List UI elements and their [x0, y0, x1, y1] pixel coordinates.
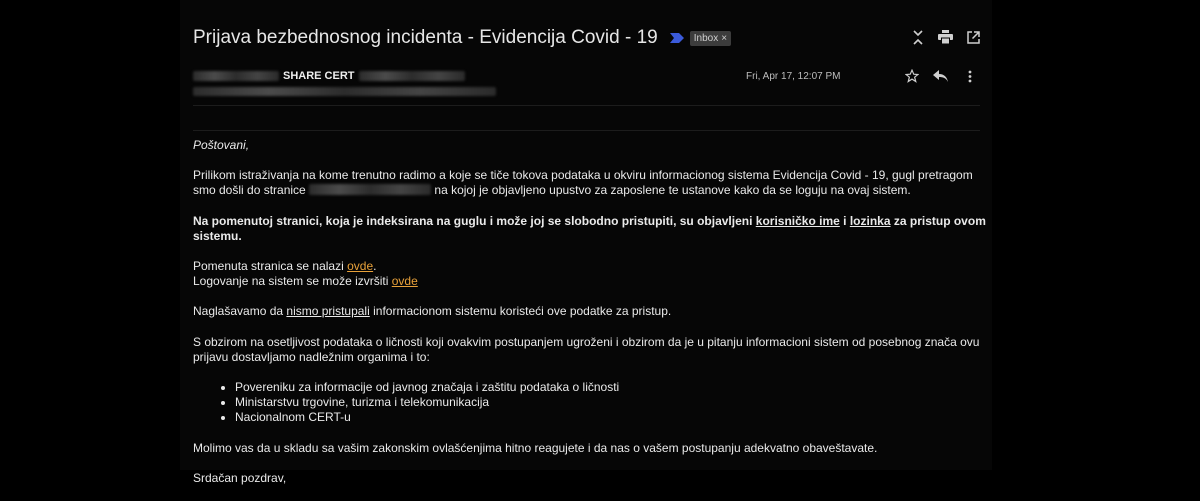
password-emphasis: lozinka	[849, 213, 891, 228]
thread-toolbar	[910, 29, 981, 45]
page-link[interactable]: ovde	[347, 259, 373, 273]
redacted-sender	[193, 71, 279, 81]
header-divider	[193, 105, 980, 106]
collapse-icon[interactable]	[910, 29, 925, 45]
greeting: Poštovani,	[193, 138, 250, 152]
body-divider	[193, 130, 980, 131]
recipients-list: Povereniku za informacije od javnog znač…	[193, 380, 993, 426]
paragraph-1-text-end: na kojoj je objavljeno upustvo za zaposl…	[434, 183, 911, 198]
importance-marker-icon[interactable]	[669, 33, 684, 43]
list-item: Povereniku za informacije od javnog znač…	[235, 380, 993, 395]
message-actions	[904, 68, 977, 84]
more-vert-icon[interactable]	[962, 68, 977, 84]
closing: Srdačan pozdrav,	[193, 470, 287, 485]
paragraph-5: S obzirom na osetljivost podataka o ličn…	[193, 334, 980, 364]
paragraph-1: Prilikom istraživanja na kome trenutno r…	[193, 168, 993, 198]
login-link[interactable]: ovde	[392, 274, 418, 288]
email-body: Poštovani, Prilikom istraživanja na kome…	[193, 138, 993, 501]
page-location-period: .	[373, 259, 377, 274]
paragraph-2-conj: i	[839, 213, 850, 228]
redacted-recipient-line	[193, 87, 496, 96]
page-location-text: Pomenuta stranica se nalazi	[193, 259, 348, 274]
inbox-label-text: Inbox	[693, 32, 719, 44]
username-emphasis: korisničko ime	[755, 213, 840, 228]
paragraph-3: Pomenuta stranica se nalazi ovde. Logovan…	[193, 259, 993, 289]
paragraph-4-text: Naglašavamo da	[193, 304, 287, 319]
not-accessed-emphasis: nismo pristupali	[286, 304, 370, 319]
sender-row: SHARE CERT	[193, 70, 465, 82]
sender-name[interactable]: SHARE CERT	[283, 70, 355, 82]
paragraph-2-text: Na pomenutoj stranici, koja je indeksira…	[193, 213, 756, 228]
print-icon[interactable]	[938, 29, 953, 45]
paragraph-2: Na pomenutoj stranici, koja je indeksira…	[193, 214, 993, 244]
message-date: Fri, Apr 17, 12:07 PM	[746, 71, 841, 82]
list-item: Nacionalnom CERT-u	[235, 410, 993, 425]
paragraph-4-text-end: informacionom sistemu koristeći ove poda…	[369, 304, 672, 319]
list-item: Ministarstvu trgovine, turizma i telekom…	[235, 395, 993, 410]
redacted-url	[309, 184, 432, 196]
open-in-new-window-icon[interactable]	[966, 29, 981, 45]
paragraph-4: Naglašavamo da nismo pristupali informac…	[193, 304, 993, 319]
email-subject-row: Prijava bezbednosnog incidenta - Evidenc…	[193, 27, 732, 49]
paragraph-6: Molimo vas da u skladu sa vašim zakonski…	[193, 440, 878, 455]
reply-icon[interactable]	[933, 68, 948, 84]
inbox-label-badge[interactable]: Inbox ×	[689, 30, 732, 46]
star-icon[interactable]	[904, 68, 919, 84]
login-location-text: Logovanje na sistem se može izvršiti	[193, 274, 392, 289]
remove-label-icon[interactable]: ×	[721, 33, 727, 44]
email-subject: Prijava bezbednosnog incidenta - Evidenc…	[193, 27, 658, 48]
redacted-sender-email	[358, 71, 465, 81]
